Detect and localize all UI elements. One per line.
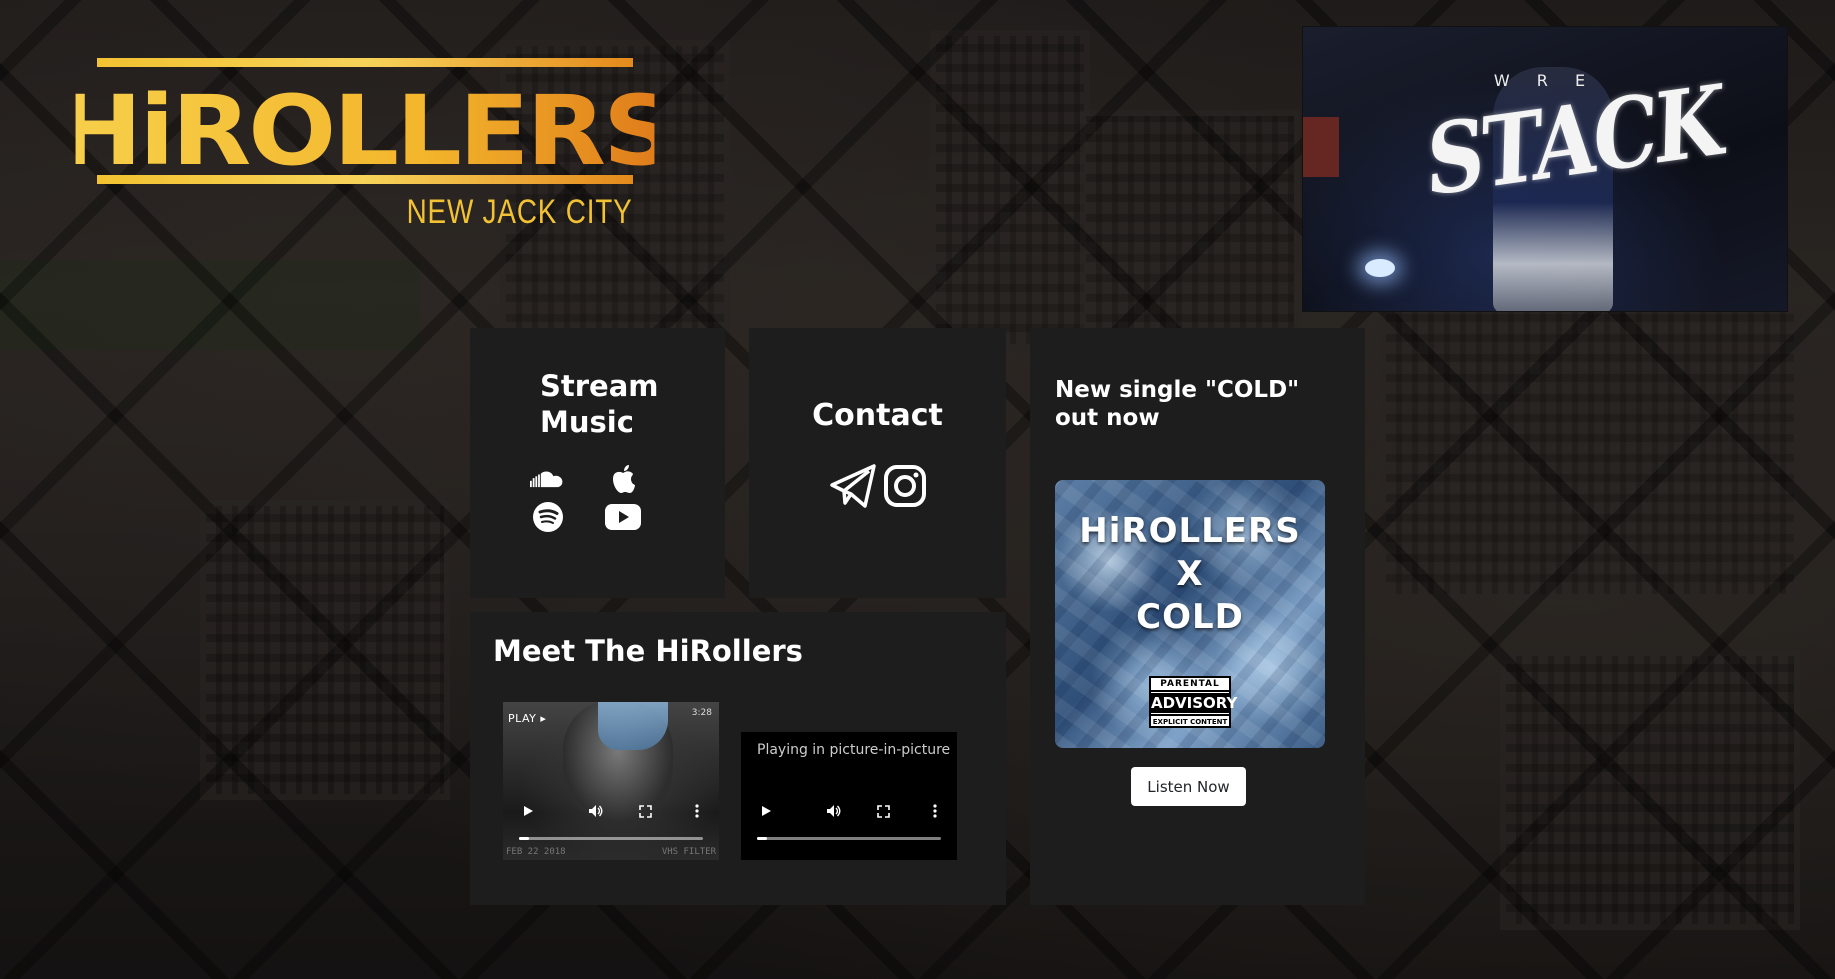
fullscreen-icon[interactable] <box>872 800 894 822</box>
apple-music-icon[interactable] <box>605 462 641 496</box>
meet-the-hirollers-card: Meet The HiRollers PLAY ▸ 3:28 FEB 22 20… <box>470 612 1006 905</box>
video-controls-2 <box>741 800 957 824</box>
instagram-icon[interactable] <box>881 462 929 510</box>
contact-card: Contact <box>749 328 1006 598</box>
logo-wordmark: HiROLLERS <box>55 75 678 187</box>
album-cover[interactable]: HiROLLERS X COLD PARENTAL ADVISORY EXPLI… <box>1055 480 1325 748</box>
cover-line3: COLD <box>1136 597 1244 637</box>
play-icon[interactable] <box>755 800 777 822</box>
parental-advisory-label: PARENTAL ADVISORY EXPLICIT CONTENT <box>1149 676 1238 728</box>
pip-status: Playing in picture-in-picture <box>757 742 951 758</box>
more-options-icon[interactable] <box>686 800 708 822</box>
spotify-icon[interactable] <box>530 500 566 534</box>
vhs-filter-stamp: VHS FILTER <box>661 847 716 857</box>
play-icon[interactable] <box>517 800 539 822</box>
video-duration: 3:28 <box>691 708 712 718</box>
logo-subtitle: NEW JACK CITY <box>407 193 633 231</box>
volume-icon[interactable] <box>823 800 845 822</box>
single-heading: New single "COLD" out now <box>1055 377 1300 431</box>
logo-bottom-bar <box>97 175 633 184</box>
listen-now-button[interactable]: Listen Now <box>1131 767 1246 806</box>
video-banner[interactable]: W R E STACK <box>1302 26 1788 312</box>
video-play-overlay[interactable]: PLAY ▸ <box>508 712 546 725</box>
logo-top-bar <box>97 58 633 67</box>
fullscreen-icon[interactable] <box>634 800 656 822</box>
banner-title: STACK <box>1418 63 1730 218</box>
new-single-card: New single "COLD" out now HiROLLERS X CO… <box>1030 328 1365 905</box>
cover-line2: X <box>1176 554 1204 594</box>
advisory-mid: ADVISORY <box>1151 693 1238 713</box>
advisory-bottom: EXPLICIT CONTENT <box>1151 714 1229 728</box>
advisory-top: PARENTAL <box>1151 678 1229 692</box>
stream-music-card: Stream Music <box>470 328 725 598</box>
video-player-1[interactable]: PLAY ▸ 3:28 FEB 22 2018 VHS FILTER <box>503 702 719 860</box>
stream-heading-line2: Music <box>540 405 634 439</box>
contact-heading: Contact <box>812 398 943 433</box>
soundcloud-icon[interactable] <box>530 462 566 496</box>
video-player-2[interactable]: Playing in picture-in-picture <box>741 732 957 860</box>
vhs-date-stamp: FEB 22 2018 <box>506 847 566 857</box>
more-options-icon[interactable] <box>924 800 946 822</box>
stream-heading-line1: Stream <box>540 369 659 403</box>
cover-title: HiROLLERS X COLD <box>1055 510 1325 639</box>
youtube-icon[interactable] <box>605 500 641 534</box>
meet-heading: Meet The HiRollers <box>493 634 803 668</box>
video-controls <box>503 800 719 824</box>
video-progress-track[interactable] <box>757 837 941 840</box>
video-progress-track[interactable] <box>519 837 703 840</box>
hirollers-logo[interactable]: HiROLLERS NEW JACK CITY <box>56 58 678 231</box>
telegram-icon[interactable] <box>829 462 877 510</box>
cover-line1: HiROLLERS <box>1079 511 1301 551</box>
stream-heading: Stream Music <box>540 368 659 440</box>
volume-icon[interactable] <box>585 800 607 822</box>
